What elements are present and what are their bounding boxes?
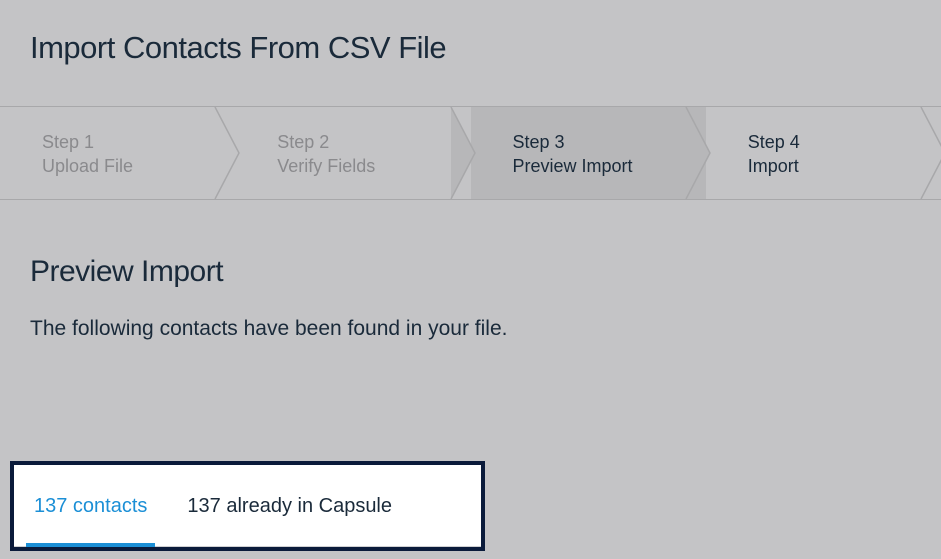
step-sub: Import (748, 156, 941, 177)
step-verify-fields[interactable]: Step 2 Verify Fields (235, 107, 470, 199)
tab-already-in-capsule[interactable]: 137 already in Capsule (167, 465, 412, 547)
tabs-highlight-frame: 137 contacts 137 already in Capsule (10, 461, 485, 551)
step-sub: Preview Import (513, 156, 706, 177)
wizard-stepper: Step 1 Upload File Step 2 Verify Fields … (0, 106, 941, 200)
section-description: The following contacts have been found i… (30, 317, 911, 341)
step-label: Step 1 (42, 129, 235, 156)
section-title: Preview Import (30, 255, 911, 289)
step-sub: Verify Fields (277, 156, 470, 177)
tab-label: 137 already in Capsule (187, 495, 392, 518)
step-preview-import[interactable]: Step 3 Preview Import (471, 107, 706, 199)
step-label: Step 2 (277, 129, 470, 156)
step-label: Step 3 (513, 129, 706, 156)
step-label: Step 4 (748, 129, 941, 156)
main-content: Preview Import The following contacts ha… (0, 200, 941, 341)
page-title: Import Contacts From CSV File (0, 0, 941, 106)
step-upload-file[interactable]: Step 1 Upload File (0, 107, 235, 199)
step-sub: Upload File (42, 156, 235, 177)
tab-label: 137 contacts (34, 495, 147, 518)
step-import[interactable]: Step 4 Import (706, 107, 941, 199)
tab-contacts[interactable]: 137 contacts (14, 465, 167, 547)
